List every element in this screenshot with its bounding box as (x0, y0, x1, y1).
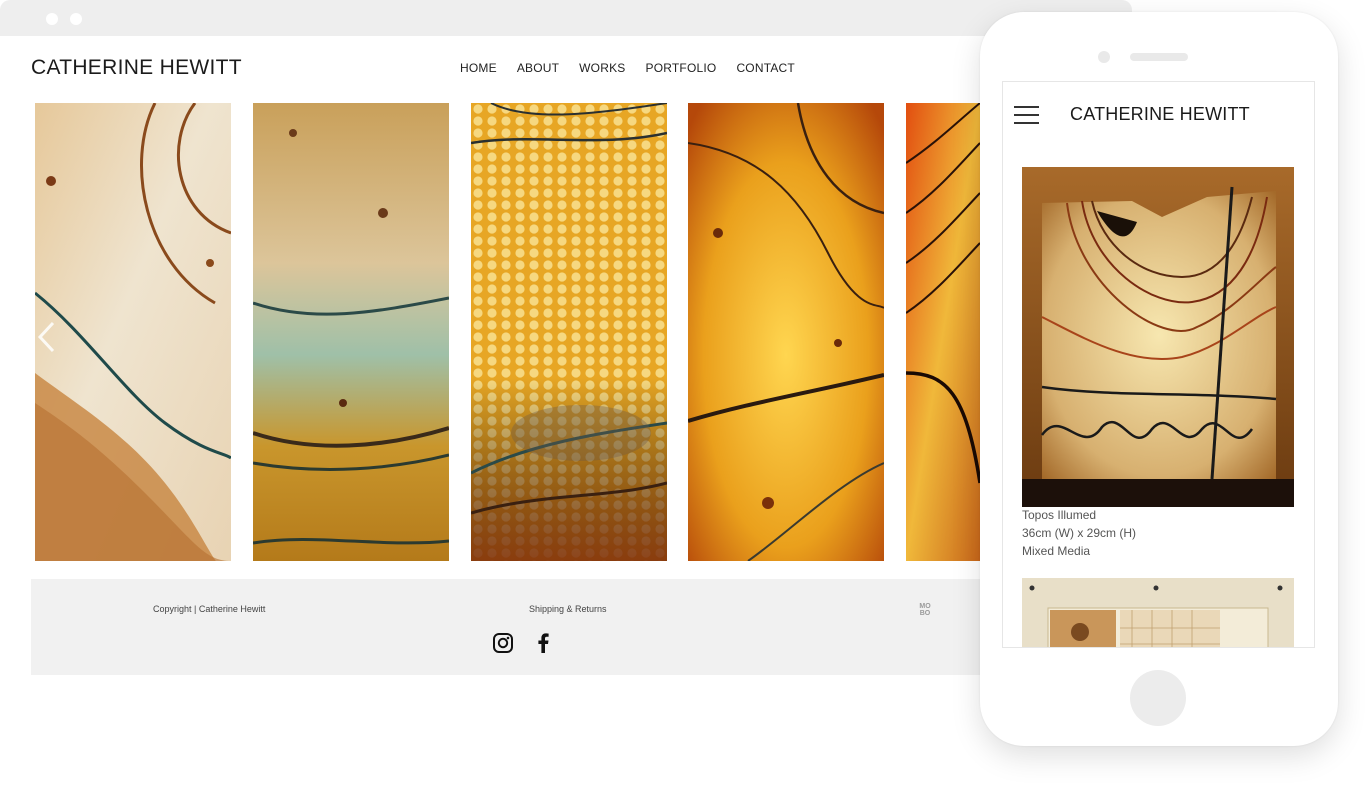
site-builder-badge: MO BO (919, 603, 931, 617)
shipping-returns-link[interactable]: Shipping & Returns (529, 604, 607, 614)
window-dot-2 (70, 13, 82, 25)
site-logo[interactable]: CATHERINE HEWITT (31, 56, 242, 80)
artwork-panel-3[interactable] (471, 103, 667, 561)
mobile-phone-mockup: CATHERINE HEWITT Topos Illumed 36cm (W) … (980, 12, 1338, 746)
phone-home-button[interactable] (1130, 670, 1186, 726)
nav-about[interactable]: ABOUT (507, 61, 569, 75)
browser-title-bar (0, 0, 1132, 36)
copyright-text: Copyright | Catherine Hewitt (153, 604, 266, 614)
artwork-panel-5[interactable] (906, 103, 980, 561)
mobile-site-logo[interactable]: CATHERINE HEWITT (1070, 104, 1250, 125)
facebook-icon[interactable] (532, 632, 554, 654)
hamburger-menu-icon[interactable] (1014, 106, 1039, 124)
artwork-panel-4[interactable] (688, 103, 884, 561)
mobile-screen: CATHERINE HEWITT Topos Illumed 36cm (W) … (1002, 81, 1315, 648)
nav-home[interactable]: HOME (450, 61, 507, 75)
artwork-gallery (35, 103, 980, 561)
artwork-medium: Mixed Media (1022, 544, 1091, 558)
website-page: CATHERINE HEWITT HOME ABOUT WORKS PORTFO… (0, 36, 1132, 690)
mobile-artwork-image-2[interactable] (1022, 578, 1294, 647)
artwork-title: Topos Illumed (1022, 508, 1097, 522)
desktop-browser-mockup: CATHERINE HEWITT HOME ABOUT WORKS PORTFO… (0, 0, 1132, 690)
artwork-dimensions: 36cm (W) x 29cm (H) (1022, 526, 1136, 540)
window-dot-1 (46, 13, 58, 25)
carousel-prev-arrow[interactable] (34, 319, 58, 355)
artwork-panel-2[interactable] (253, 103, 449, 561)
instagram-icon[interactable] (492, 632, 514, 654)
social-links (492, 632, 554, 654)
main-nav: HOME ABOUT WORKS PORTFOLIO CONTACT (450, 61, 805, 75)
artwork-panel-1[interactable] (35, 103, 231, 561)
phone-camera (1098, 51, 1110, 63)
mobile-artwork-image[interactable] (1022, 167, 1294, 507)
nav-portfolio[interactable]: PORTFOLIO (636, 61, 727, 75)
site-footer: Copyright | Catherine Hewitt Shipping & … (31, 579, 980, 675)
nav-contact[interactable]: CONTACT (726, 61, 805, 75)
nav-works[interactable]: WORKS (569, 61, 635, 75)
phone-speaker (1130, 53, 1188, 61)
